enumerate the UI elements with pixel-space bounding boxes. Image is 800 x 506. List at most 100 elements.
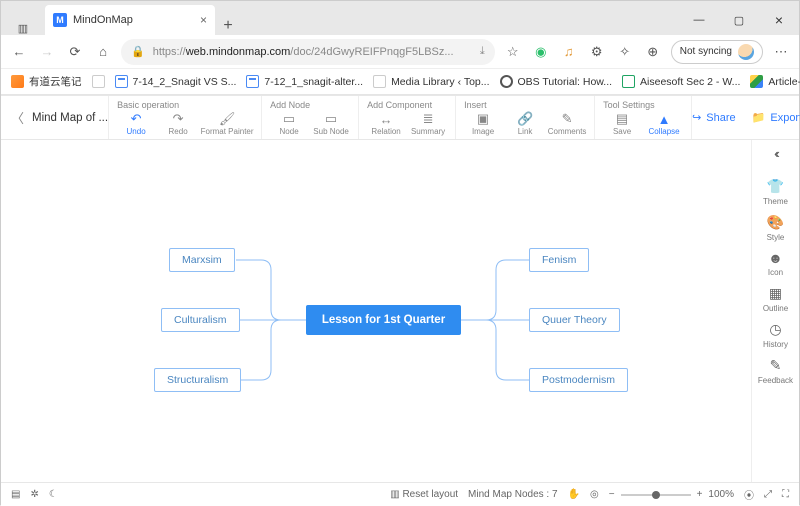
ext-circle-icon[interactable]: ◉ xyxy=(531,42,551,62)
side-outline-button[interactable]: ▦Outline xyxy=(758,281,793,317)
undo-icon: ↶ xyxy=(131,112,142,126)
more-menu-icon[interactable]: ⋯ xyxy=(771,42,791,62)
zoom-slider[interactable] xyxy=(621,494,691,496)
toolbar-redo-button[interactable]: ↷Redo xyxy=(159,112,197,136)
status-icon[interactable]: ▤ xyxy=(11,489,20,500)
mindmap-node[interactable]: Culturalism xyxy=(161,308,240,332)
mindmap-central-node[interactable]: Lesson for 1st Quarter xyxy=(306,305,461,335)
home-button[interactable]: ⌂ xyxy=(93,42,113,62)
zoom-level: 100% xyxy=(708,489,734,500)
toolbar-format-painter-button[interactable]: 🖌Format Painter xyxy=(201,112,253,136)
export-button[interactable]: 📁Export xyxy=(752,111,800,124)
zoom-controls: − + 100% xyxy=(609,489,734,500)
profile-sync-button[interactable]: Not syncing xyxy=(671,40,763,64)
side-history-button[interactable]: ◷History xyxy=(758,317,793,353)
toolbar-image-button[interactable]: ▣Image xyxy=(464,112,502,136)
tab-actions-icon[interactable]: ▥ xyxy=(1,22,45,35)
reset-layout-button[interactable]: ▥ Reset layout xyxy=(390,489,458,500)
side-label: Feedback xyxy=(758,376,793,385)
toolbar-sub-node-button[interactable]: ▭Sub Node xyxy=(312,112,350,136)
bookmark-item[interactable]: Aiseesoft Sec 2 - W... xyxy=(622,75,740,88)
back-chevron-icon[interactable]: 〈 xyxy=(11,108,24,127)
favicon-icon: M xyxy=(53,13,67,27)
hand-tool-icon[interactable]: ✋ xyxy=(568,489,580,500)
mindmap-node[interactable]: Fenism xyxy=(529,248,589,272)
sub-node-icon: ▭ xyxy=(325,112,337,126)
close-tab-icon[interactable]: × xyxy=(200,13,207,27)
image-icon: ▣ xyxy=(477,112,489,126)
bookmark-item[interactable]: Article-Drafts - Goo... xyxy=(750,75,800,88)
doc-nav: 〈 Mind Map of ... xyxy=(1,96,109,139)
toolbar-relation-button[interactable]: ↔Relation xyxy=(367,112,405,136)
format-painter-icon: 🖌 xyxy=(219,112,236,126)
extensions-icon[interactable]: ⚙ xyxy=(587,42,607,62)
mindmap-node[interactable]: Marxsim xyxy=(169,248,235,272)
downloads-icon[interactable]: ⊕ xyxy=(643,42,663,62)
address-bar[interactable]: 🔒 https://web.mindonmap.com/doc/24dGwyRE… xyxy=(121,39,495,65)
refresh-button[interactable]: ⟳ xyxy=(65,42,85,62)
link-icon: 🔗 xyxy=(517,112,533,126)
toolbar-comments-button[interactable]: ✎Comments xyxy=(548,112,586,136)
bookmark-item[interactable]: Media Library ‹ Top... xyxy=(373,75,489,88)
mindmap-node[interactable]: Quuer Theory xyxy=(529,308,620,332)
mindmap-node[interactable]: Structuralism xyxy=(154,368,241,392)
forward-button[interactable]: → xyxy=(37,42,57,62)
side-label: History xyxy=(763,340,788,349)
bookmark-icon xyxy=(750,75,763,88)
share-button[interactable]: ↪Share xyxy=(692,111,736,124)
center-view-icon[interactable]: ⦿ xyxy=(744,487,754,502)
toolbar-save-button[interactable]: ▤Save xyxy=(603,112,641,136)
group-label: Basic operation xyxy=(117,100,253,110)
button-label: Redo xyxy=(169,127,188,136)
group-label: Insert xyxy=(464,100,586,110)
fit-view-icon[interactable]: ⛶ xyxy=(782,489,789,500)
new-tab-button[interactable]: + xyxy=(215,17,241,35)
toolbar-undo-button[interactable]: ↶Undo xyxy=(117,112,155,136)
panel-collapse-icon[interactable]: ‹‹ xyxy=(774,146,777,166)
bookmark-item[interactable]: OBS Tutorial: How... xyxy=(500,75,613,88)
export-icon: 📁 xyxy=(752,111,766,124)
canvas[interactable]: Lesson for 1st Quarter Marxsim Culturali… xyxy=(1,140,751,482)
toolbar-group: Add Component↔Relation≣Summary xyxy=(359,96,456,139)
toolbar-collapse-button[interactable]: ▲Collapse xyxy=(645,112,683,136)
search-icon[interactable]: ⤓ xyxy=(480,45,485,58)
bookmark-item[interactable]: 有道云笔记 xyxy=(11,74,82,89)
fullscreen-icon[interactable]: ⤢ xyxy=(764,489,772,500)
bookmark-item[interactable]: 7-12_1_snagit-alter... xyxy=(246,75,363,88)
button-label: Node xyxy=(280,127,299,136)
toolbar-node-button[interactable]: ▭Node xyxy=(270,112,308,136)
bookmark-item[interactable] xyxy=(92,75,105,88)
mindmap-node[interactable]: Postmodernism xyxy=(529,368,628,392)
zoom-in-button[interactable]: + xyxy=(697,489,703,500)
window-controls: — ▢ × xyxy=(679,5,799,35)
zoom-out-button[interactable]: − xyxy=(609,489,615,500)
toolbar-link-button[interactable]: 🔗Link xyxy=(506,112,544,136)
feedback-icon: ✎ xyxy=(770,357,782,374)
node-icon: ▭ xyxy=(283,112,295,126)
target-icon[interactable]: ◎ xyxy=(590,489,599,500)
relation-icon: ↔ xyxy=(380,112,393,126)
toolbar-group: Basic operation ↶Undo↷Redo🖌Format Painter xyxy=(109,96,262,139)
browser-tab[interactable]: M MindOnMap × xyxy=(45,5,215,35)
status-icon[interactable]: ✲ xyxy=(30,489,38,500)
avatar-icon xyxy=(738,44,754,60)
side-icon-button[interactable]: ☻Icon xyxy=(758,246,793,281)
side-theme-button[interactable]: 👕Theme xyxy=(758,174,793,210)
collapse-icon: ▲ xyxy=(658,112,671,126)
side-style-button[interactable]: 🎨Style xyxy=(758,210,793,246)
headphones-icon[interactable]: ♫ xyxy=(559,42,579,62)
side-feedback-button[interactable]: ✎ Feedback xyxy=(758,353,793,389)
side-panel: ‹‹ 👕Theme🎨Style☻Icon▦Outline◷History ✎ Fee… xyxy=(751,140,799,482)
status-icon[interactable]: ☾ xyxy=(49,489,58,500)
favorites-icon[interactable]: ☆ xyxy=(503,42,523,62)
toolbar-summary-button[interactable]: ≣Summary xyxy=(409,112,447,136)
app-toolbar: 〈 Mind Map of ... Basic operation ↶Undo↷R… xyxy=(1,95,799,140)
minimize-button[interactable]: — xyxy=(679,5,719,35)
bookmark-item[interactable]: 7-14_2_Snagit VS S... xyxy=(115,75,237,88)
collections-icon[interactable]: ✧ xyxy=(615,42,635,62)
back-button[interactable]: ← xyxy=(9,42,29,62)
side-label: Outline xyxy=(763,304,788,313)
close-window-button[interactable]: × xyxy=(759,5,799,35)
button-label: Comments xyxy=(548,127,587,136)
maximize-button[interactable]: ▢ xyxy=(719,5,759,35)
